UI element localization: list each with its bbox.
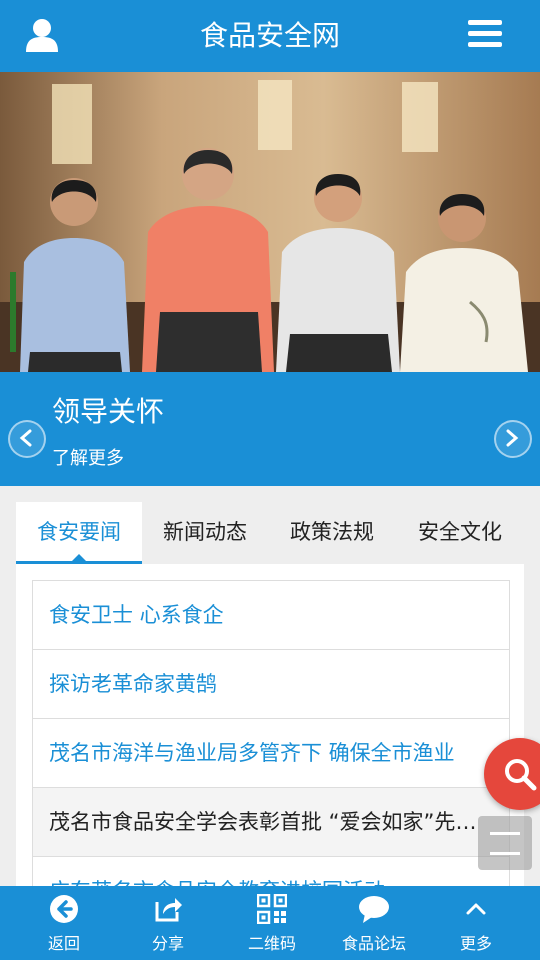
news-tabs: 食安要闻 新闻动态 政策法规 安全文化 bbox=[16, 502, 524, 564]
share-icon bbox=[155, 898, 182, 922]
tab-policies-regulations[interactable]: 政策法规 bbox=[268, 502, 396, 564]
chevron-up-icon bbox=[466, 903, 486, 915]
bar bbox=[490, 832, 520, 835]
tab-safety-culture[interactable]: 安全文化 bbox=[396, 502, 524, 564]
user-icon[interactable] bbox=[24, 18, 60, 52]
qrcode-icon bbox=[257, 894, 287, 924]
bar bbox=[490, 852, 520, 855]
back-to-top-button[interactable] bbox=[478, 816, 532, 870]
page-title: 食品安全网 bbox=[199, 19, 340, 52]
news-item[interactable]: 探访老革命家黄鹄 bbox=[33, 650, 509, 719]
tab-food-safety-news[interactable]: 食安要闻 bbox=[16, 502, 142, 564]
chat-icon bbox=[359, 896, 389, 923]
chevron-right-icon bbox=[506, 429, 519, 447]
back-icon bbox=[50, 895, 78, 923]
tab-label: 安全文化 bbox=[418, 520, 502, 544]
tab-news-updates[interactable]: 新闻动态 bbox=[142, 502, 268, 564]
nav-label: 更多 bbox=[459, 934, 492, 953]
banner-photo[interactable] bbox=[0, 72, 540, 372]
banner-learn-more-link[interactable]: 了解更多 bbox=[52, 444, 124, 470]
carousel-next-button[interactable] bbox=[494, 420, 532, 458]
tab-label: 食安要闻 bbox=[37, 520, 121, 544]
bottom-nav: 返回 分享 二维码 食品论坛 更多 bbox=[0, 886, 540, 960]
tab-label: 新闻动态 bbox=[163, 520, 247, 544]
news-item[interactable]: 食安卫士 心系食企 bbox=[33, 581, 509, 650]
menu-icon[interactable] bbox=[468, 20, 502, 48]
news-panel: 食安卫士 心系食企 探访老革命家黄鹄 茂名市海洋与渔业局多管齐下 确保全市渔业 … bbox=[16, 564, 524, 927]
banner-caption-title: 领导关怀 bbox=[52, 395, 165, 428]
carousel-prev-button[interactable] bbox=[8, 420, 46, 458]
active-tab-indicator bbox=[72, 554, 86, 561]
search-icon bbox=[505, 759, 537, 791]
top-bar: 食品安全网 bbox=[0, 0, 540, 72]
news-item[interactable]: 茂名市食品安全学会表彰首批 “爱会如家”先进个人 bbox=[33, 788, 509, 857]
news-item[interactable]: 茂名市海洋与渔业局多管齐下 确保全市渔业 bbox=[33, 719, 509, 788]
news-list: 食安卫士 心系食企 探访老革命家黄鹄 茂名市海洋与渔业局多管齐下 确保全市渔业 … bbox=[32, 580, 510, 927]
banner-caption: 领导关怀 了解更多 bbox=[0, 372, 540, 486]
tab-label: 政策法规 bbox=[290, 520, 374, 544]
chevron-left-icon bbox=[19, 429, 32, 447]
nav-more[interactable]: 更多 bbox=[412, 886, 540, 960]
